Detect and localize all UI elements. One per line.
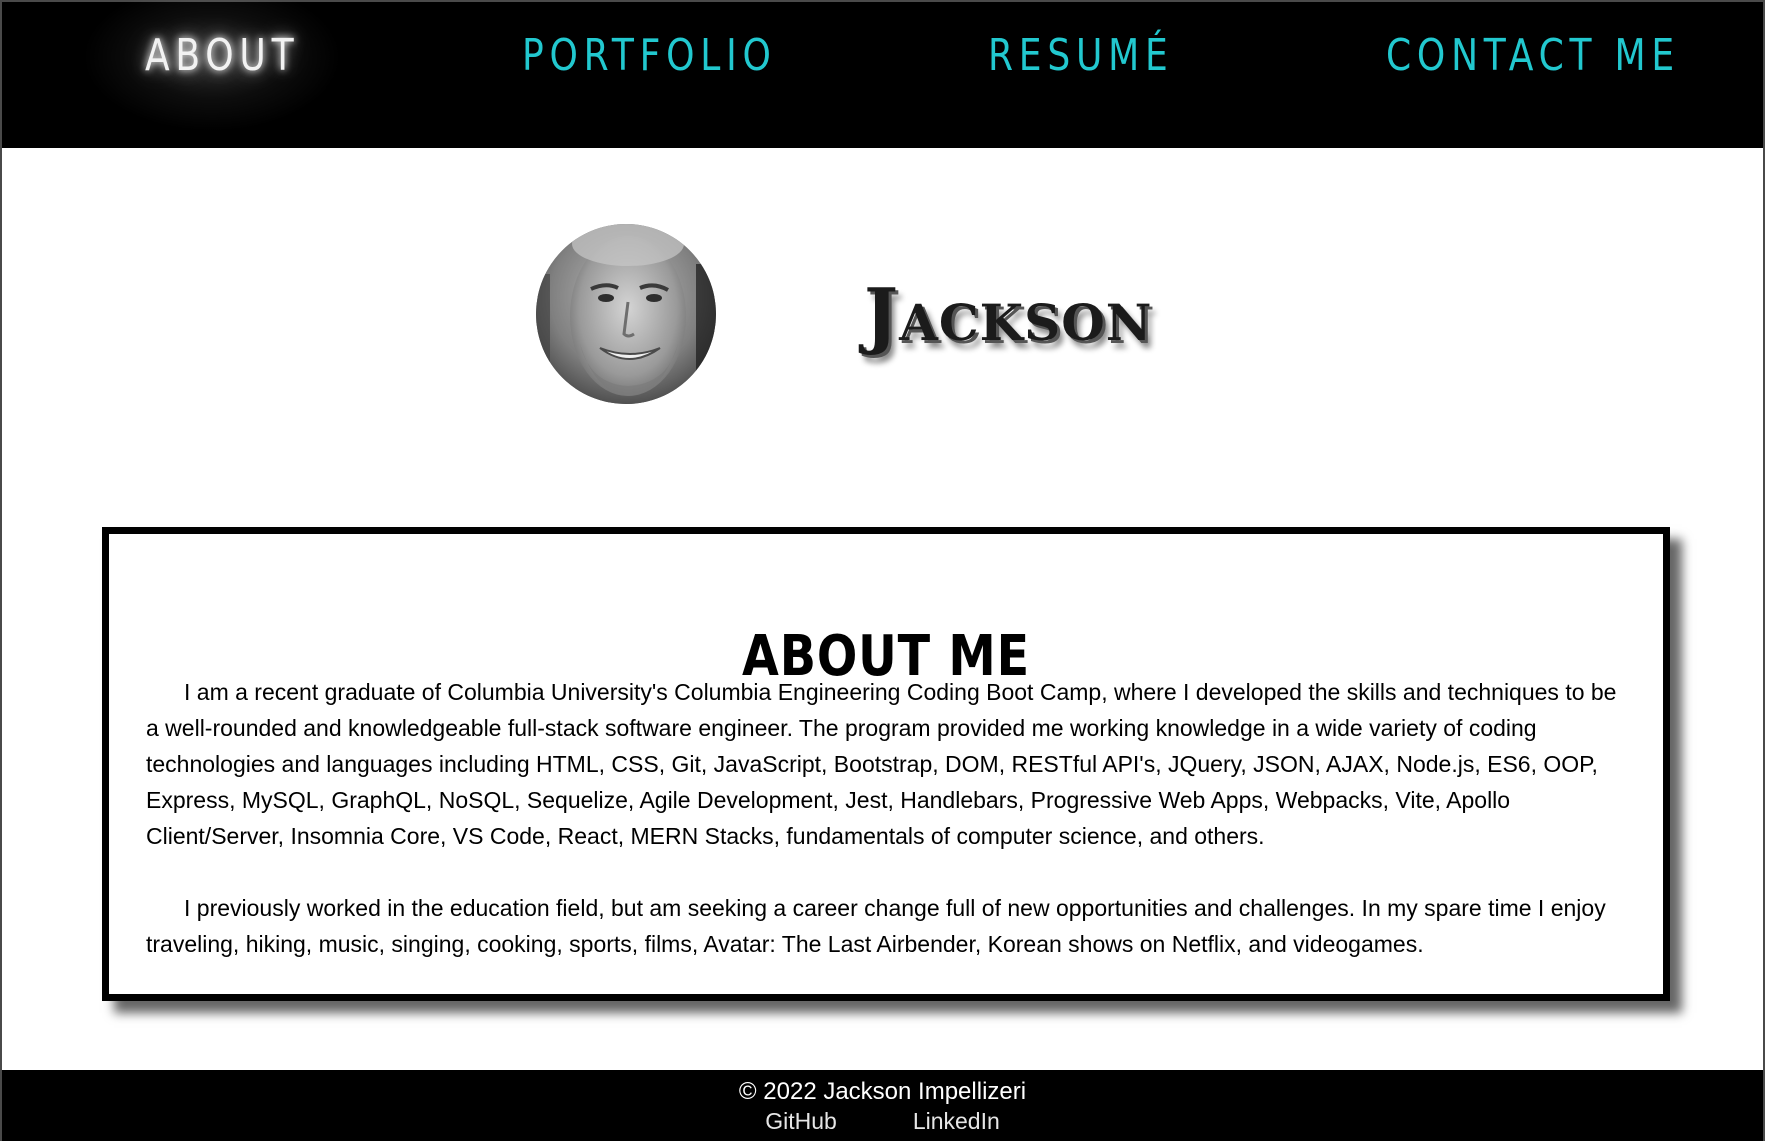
about-me-card: ABOUT ME I am a recent graduate of Colum… [102,527,1670,1001]
footer-copyright: © 2022 Jackson Impellizeri [738,1078,1027,1105]
hero-name: Jackson [864,272,1153,357]
nav-item-resume[interactable]: RESUMÉ [988,30,1174,81]
footer-link-linkedin[interactable]: LinkedIn [913,1108,1000,1135]
page: ABOUT PORTFOLIO RESUMÉ CONTACT ME Jackso… [0,0,1765,1141]
profile-photo-icon [536,224,716,404]
top-navigation: ABOUT PORTFOLIO RESUMÉ CONTACT ME [2,0,1763,148]
footer-link-github[interactable]: GitHub [765,1108,837,1135]
footer: © 2022 Jackson Impellizeri GitHub Linked… [2,1070,1763,1141]
footer-links: GitHub LinkedIn [2,1108,1763,1135]
about-me-text: I am a recent graduate of Columbia Unive… [146,674,1626,998]
about-paragraph-1: I am a recent graduate of Columbia Unive… [146,679,1617,849]
about-paragraph-2: I previously worked in the education fie… [146,895,1606,957]
nav-item-about[interactable]: ABOUT [145,30,299,81]
nav-item-contact-me[interactable]: CONTACT ME [1386,30,1680,81]
nav-item-portfolio[interactable]: PORTFOLIO [522,30,777,81]
avatar [536,224,716,404]
